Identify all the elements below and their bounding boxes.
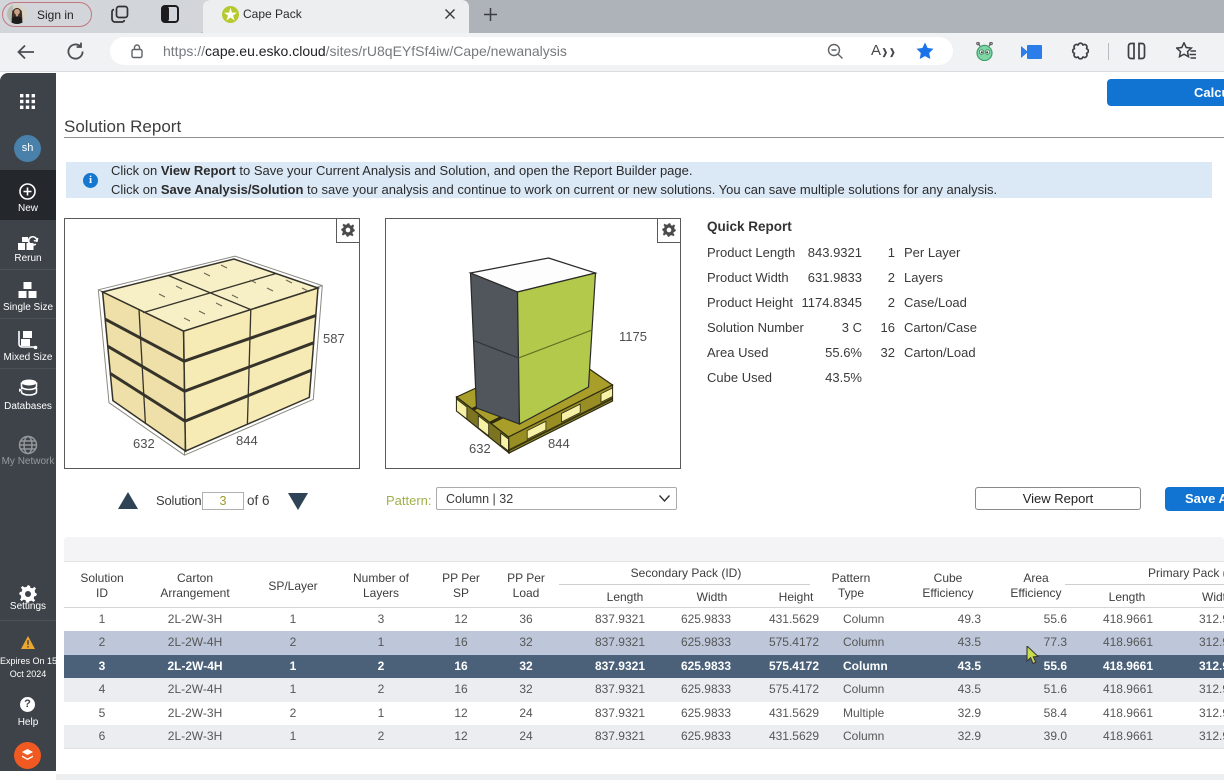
svg-text:844: 844 [236,433,258,448]
svg-text:844: 844 [548,436,570,451]
svg-text:1175: 1175 [619,329,647,344]
svg-text:632: 632 [133,436,155,451]
svg-text:587: 587 [323,331,345,346]
svg-text:632: 632 [469,441,491,456]
